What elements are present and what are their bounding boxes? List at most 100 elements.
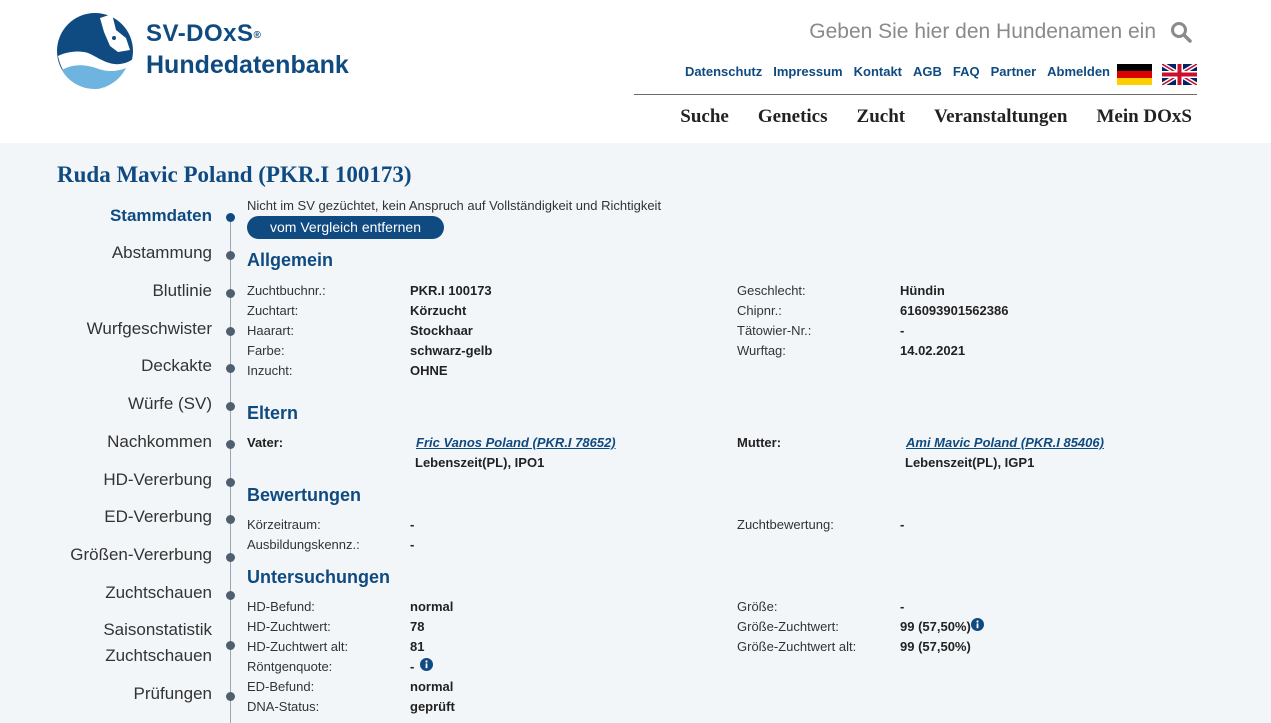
roentgenquote-info-icon[interactable] [420,658,433,671]
timeline-dot [226,515,235,524]
registered-mark: ® [253,30,262,41]
label-groesse: Größe: [737,599,778,614]
label-geschlecht: Geschlecht: [737,283,806,298]
label-ed-befund: ED-Befund: [247,679,315,694]
groesse-zuchtwert-info-icon[interactable] [971,618,984,631]
label-koerzeitraum: Körzeitraum: [247,517,321,532]
label-farbe: Farbe: [247,343,285,358]
value-taetowier-nr: - [900,323,905,338]
dog-name-search-input[interactable] [756,20,1156,44]
sidebar-item-stammdaten[interactable]: Stammdaten [110,206,212,226]
value-roentgenquote: - [410,659,415,674]
link-partner[interactable]: Partner [991,64,1037,79]
search-icon[interactable] [1166,17,1196,47]
label-ausbildungskennz: Ausbildungskennz.: [247,537,360,552]
page-title: Ruda Mavic Poland (PKR.I 100173) [57,162,412,187]
header-divider [634,94,1197,95]
label-hd-befund: HD-Befund: [247,599,315,614]
timeline-dot [226,327,235,336]
language-switcher [1117,64,1197,85]
label-wurftag: Wurftag: [737,343,786,358]
timeline-dot [226,641,235,650]
label-groesse-zuchtwert-alt: Größe-Zuchtwert alt: [737,639,857,654]
german-flag-icon[interactable] [1117,64,1152,85]
value-wurftag: 14.02.2021 [900,343,966,358]
link-faq[interactable]: FAQ [953,64,980,79]
value-ausbildungskennz: - [410,537,415,552]
label-inzucht: Inzucht: [247,363,293,378]
sidebar-item-zuchtschauen[interactable]: Zuchtschauen [105,583,212,603]
sidebar-item-hd-vererbung[interactable]: HD-Vererbung [103,470,212,490]
value-hd-zuchtwert: 78 [410,619,425,634]
search-bar [720,14,1196,50]
link-kontakt[interactable]: Kontakt [854,64,902,79]
timeline-dot [226,402,235,411]
father-link[interactable]: Fric Vanos Poland (PKR.I 78652) [416,435,616,450]
section-title-eltern: Eltern [247,403,299,423]
brand-line-2: Hundedatenbank [146,51,349,79]
value-groesse: - [900,599,905,614]
label-haarart: Haarart: [247,323,294,338]
sidebar-item-blutlinie[interactable]: Blutlinie [152,281,212,301]
timeline-dot [226,553,235,562]
sidebar-item-wuerfe-sv[interactable]: Würfe (SV) [128,394,212,414]
section-title-bewertungen: Bewertungen [247,485,362,505]
mother-info: Lebenszeit(PL), IGP1 [905,455,1035,470]
uk-flag-icon[interactable] [1162,64,1197,85]
utility-links: Datenschutz Impressum Kontakt AGB FAQ Pa… [640,64,1110,79]
value-ed-befund: normal [410,679,454,694]
label-vater: Vater: [247,435,284,450]
shepherd-dog-logo-icon[interactable] [56,12,136,90]
link-impressum[interactable]: Impressum [773,64,842,79]
timeline-dot [226,440,235,449]
brand-name[interactable]: SV-DOxS® Hundedatenbank [146,20,349,80]
value-koerzeitraum: - [410,517,415,532]
sidebar-item-abstammung[interactable]: Abstammung [112,243,212,263]
nav-genetics[interactable]: Genetics [758,106,828,128]
link-abmelden[interactable]: Abmelden [1047,64,1110,79]
sidebar-item-nachkommen[interactable]: Nachkommen [107,432,212,452]
sidebar-item-pruefungen[interactable]: Prüfungen [134,684,212,704]
brand-line-1: SV-DOxS [146,20,254,47]
sidebar-item-saisonstatistik[interactable]: Saisonstatistik [103,620,212,640]
value-groesse-zuchtwert-alt: 99 (57,50%) [900,639,971,654]
label-zuchtbewertung: Zuchtbewertung: [737,517,834,532]
value-chipnr: 616093901562386 [900,303,1009,318]
timeline-dot [226,289,235,298]
label-chipnr: Chipnr.: [737,303,782,318]
sidebar-item-groessen-vererbung[interactable]: Größen-Vererbung [70,545,212,565]
value-hd-zuchtwert-alt: 81 [410,639,425,654]
breeding-notice: Nicht im SV gezüchtet, kein Anspruch auf… [247,198,662,213]
link-agb[interactable]: AGB [913,64,942,79]
value-inzucht: OHNE [410,363,448,378]
value-zuchtbewertung: - [900,517,905,532]
remove-from-comparison-button[interactable]: vom Vergleich entfernen [247,216,444,239]
timeline-dot [226,251,235,260]
value-haarart: Stockhaar [410,323,473,338]
nav-veranstaltungen[interactable]: Veranstaltungen [934,106,1067,128]
sidebar-item-ed-vererbung[interactable]: ED-Vererbung [104,507,212,527]
value-farbe: schwarz-gelb [410,343,493,358]
label-hd-zuchtwert-alt: HD-Zuchtwert alt: [247,639,349,654]
mother-link[interactable]: Ami Mavic Poland (PKR.I 85406) [906,435,1104,450]
nav-mein-doxs[interactable]: Mein DOxS [1096,106,1192,128]
father-info: Lebenszeit(PL), IPO1 [415,455,545,470]
section-title-untersuchungen: Untersuchungen [247,567,391,587]
link-datenschutz[interactable]: Datenschutz [685,64,762,79]
sidebar-item-deckakte[interactable]: Deckakte [141,356,212,376]
section-title-allgemein: Allgemein [247,250,334,270]
label-zuchtart: Zuchtart: [247,303,299,318]
label-zuchtbuchnr: Zuchtbuchnr.: [247,283,326,298]
sidebar-item-wurfgeschwister[interactable]: Wurfgeschwister [87,319,212,339]
timeline-dot [226,591,235,600]
sidebar-item-saisonstatistik-zuchtschauen[interactable]: Zuchtschauen [105,646,212,666]
timeline-dot [226,364,235,373]
nav-zucht[interactable]: Zucht [857,106,906,128]
label-groesse-zuchtwert: Größe-Zuchtwert: [737,619,839,634]
value-dna-status: geprüft [410,699,455,714]
site-header: SV-DOxS® Hundedatenbank Datenschutz Impr… [0,0,1271,143]
value-hd-befund: normal [410,599,454,614]
nav-suche[interactable]: Suche [680,106,729,128]
timeline-dot [226,478,235,487]
label-taetowier-nr: Tätowier-Nr.: [737,323,812,338]
